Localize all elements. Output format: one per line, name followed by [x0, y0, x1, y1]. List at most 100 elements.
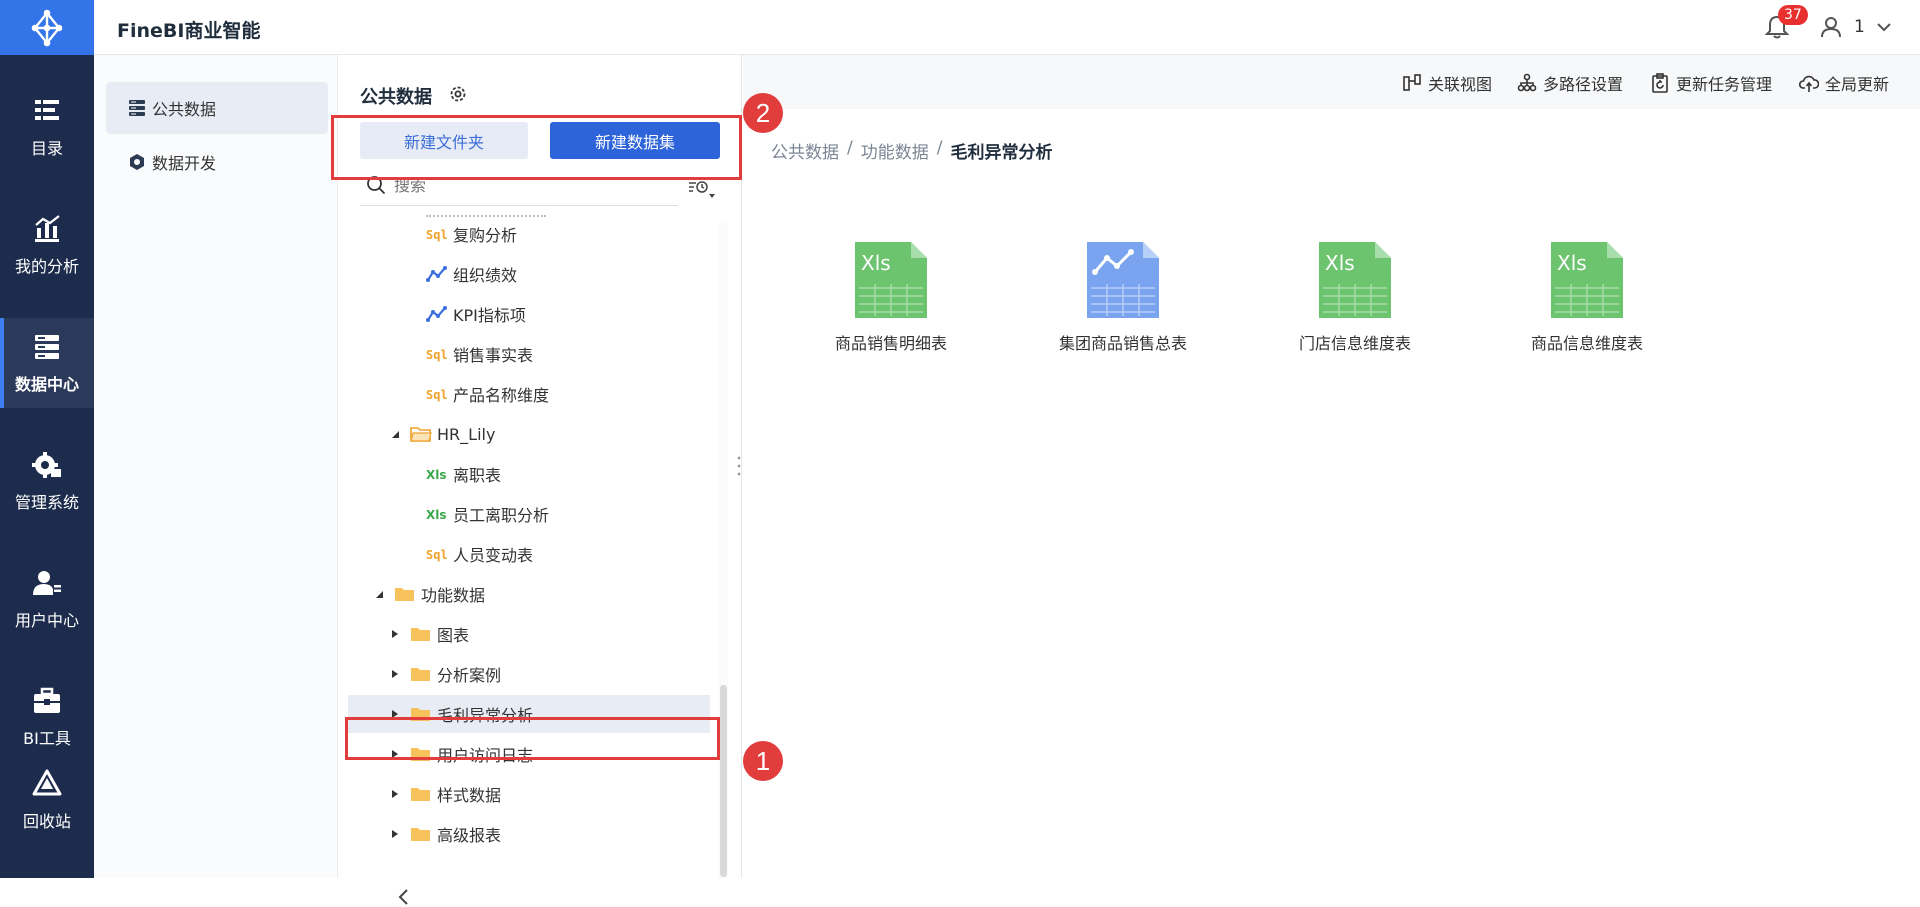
cloud-update-icon — [1799, 75, 1819, 92]
update-tasks-button[interactable]: 更新任务管理 — [1650, 71, 1772, 95]
sub-nav: 公共数据 数据开发 — [94, 55, 408, 905]
gear-icon[interactable] — [448, 84, 468, 104]
tree-label: 用户访问日志 — [437, 746, 534, 765]
line-chart-icon — [426, 266, 447, 282]
tree-row[interactable]: 组织绩效 — [426, 255, 517, 293]
tree-folder-row[interactable]: 高级报表 — [390, 815, 501, 853]
tree-folder-row[interactable]: 分析案例 — [390, 655, 501, 693]
file-label: 门店信息维度表 — [1298, 334, 1411, 353]
tree-label: 复购分析 — [453, 226, 518, 245]
breadcrumb-separator: / — [847, 138, 853, 158]
nav-management[interactable]: 管理系统 — [0, 436, 94, 526]
tree-row[interactable]: Sql 复购分析 — [426, 215, 517, 253]
tool-label: 全局更新 — [1825, 75, 1890, 94]
folder-icon — [411, 628, 430, 641]
folder-icon — [411, 708, 430, 721]
collapse-arrow-icon[interactable] — [394, 887, 414, 907]
nav-recycle-bin[interactable]: 回收站 — [0, 760, 94, 840]
nav-data-center[interactable]: 数据中心 — [0, 318, 94, 408]
subnav-public-data[interactable]: 公共数据 — [106, 82, 328, 134]
svg-text:Xls: Xls — [1325, 251, 1355, 275]
tree-folder-row[interactable]: 样式数据 — [390, 775, 501, 813]
tool-label: 更新任务管理 — [1676, 75, 1773, 94]
folder-icon — [411, 788, 430, 801]
notification-badge: 37 — [1778, 5, 1808, 25]
tree-label: HR_Lily — [437, 424, 496, 444]
collapsed-arrow-icon — [392, 670, 398, 678]
breadcrumb-separator: / — [936, 138, 943, 158]
file-item[interactable]: Xls 门店信息维度表 — [1280, 240, 1430, 354]
tree-row[interactable]: Sql 产品名称维度 — [426, 375, 549, 413]
new-dataset-button[interactable]: 新建数据集 — [550, 122, 720, 159]
tree-row[interactable]: KPI指标项 — [426, 295, 526, 333]
tree-row[interactable]: Xls 员工离职分析 — [426, 495, 549, 533]
main-content: 关联视图 多路径设置 更新任务管理 全局更新 公共数据 / 功能数据 / 毛利异… — [743, 55, 1920, 878]
tree-folder-row[interactable]: 功能数据 — [374, 575, 485, 613]
sort-history-icon[interactable] — [688, 179, 716, 199]
tree-label: 人员变动表 — [453, 546, 534, 565]
sql-icon: Sql — [426, 228, 448, 242]
file-item[interactable]: Xls 商品销售明细表 — [816, 240, 966, 354]
svg-text:Sql: Sql — [426, 228, 448, 242]
task-icon — [1652, 73, 1668, 93]
left-nav: 目录 我的分析 数据中心 管理系统 用户中心 BI工具 回收站 — [0, 0, 94, 878]
subnav-label: 公共数据 — [152, 100, 217, 119]
chevron-down-icon[interactable] — [1876, 20, 1892, 34]
relation-view-icon — [1403, 74, 1421, 91]
tree-row[interactable]: Sql 人员变动表 — [426, 535, 533, 573]
collapsed-arrow-icon — [392, 710, 398, 718]
new-folder-button[interactable]: 新建文件夹 — [360, 122, 528, 159]
tree-label: 分析案例 — [437, 666, 502, 685]
user-icon[interactable] — [1820, 16, 1842, 38]
folder-icon — [411, 668, 430, 681]
multi-path-button[interactable]: 多路径设置 — [1517, 71, 1623, 95]
xls-file-icon: Xls — [1551, 242, 1623, 318]
expanded-arrow-icon — [392, 431, 399, 438]
nav-my-analysis[interactable]: 我的分析 — [0, 200, 94, 290]
collapsed-arrow-icon — [392, 630, 398, 638]
sql-icon: Sql — [426, 548, 448, 562]
breadcrumb-current: 毛利异常分析 — [950, 143, 1053, 163]
tree-row[interactable]: Xls 离职表 — [426, 455, 501, 493]
nav-label: 我的分析 — [14, 257, 79, 276]
file-label: 集团商品销售总表 — [1058, 334, 1187, 353]
search-input[interactable] — [394, 173, 634, 197]
user-name[interactable]: 1 — [1854, 17, 1865, 37]
nav-user-center[interactable]: 用户中心 — [0, 554, 94, 644]
global-update-button[interactable]: 全局更新 — [1799, 71, 1889, 95]
xls-file-icon: Xls — [855, 242, 927, 318]
settings-icon — [32, 452, 61, 478]
relation-view-button[interactable]: 关联视图 — [1402, 71, 1492, 95]
collapsed-arrow-icon — [392, 790, 398, 798]
tree-label: 样式数据 — [437, 786, 502, 805]
tree-folder-row[interactable]: 图表 — [390, 615, 469, 653]
folder-icon — [395, 588, 414, 601]
nav-label: 数据中心 — [14, 375, 79, 394]
breadcrumb: 公共数据 / 功能数据 / 毛利异常分析 — [771, 138, 1052, 163]
tree-scrollbar-thumb[interactable] — [720, 685, 727, 877]
file-item[interactable]: 集团商品销售总表 — [1048, 240, 1198, 354]
breadcrumb-item[interactable]: 公共数据 — [771, 138, 839, 163]
tree-label: 毛利异常分析 — [437, 706, 534, 725]
tree-row[interactable]: Sql 销售事实表 — [426, 335, 533, 373]
tree-folder-row[interactable]: 用户访问日志 — [390, 735, 533, 773]
tree-label: 功能数据 — [421, 586, 486, 605]
recycle-icon — [32, 769, 62, 796]
nav-bi-tools[interactable]: BI工具 — [0, 672, 94, 762]
nav-catalog[interactable]: 目录 — [0, 82, 94, 172]
logo-icon — [31, 9, 63, 46]
file-label: 商品销售明细表 — [834, 334, 947, 353]
svg-text:Sql: Sql — [426, 388, 448, 402]
file-item[interactable]: Xls 商品信息维度表 — [1512, 240, 1662, 354]
catalog-icon — [35, 100, 59, 120]
tree-folder-row[interactable]: HR_Lily — [390, 415, 495, 453]
subnav-data-dev[interactable]: 数据开发 — [106, 136, 328, 188]
toolbox-icon — [34, 687, 60, 713]
breadcrumb-item[interactable]: 功能数据 — [861, 138, 929, 163]
nav-label: 目录 — [30, 139, 63, 158]
tree-label: KPI指标项 — [453, 306, 526, 325]
app-logo[interactable] — [0, 0, 94, 55]
app-title: FineBI商业智能 — [117, 20, 261, 42]
step-marker: 1 — [743, 741, 783, 781]
tree-folder-row-selected[interactable]: 毛利异常分析 — [348, 695, 710, 733]
